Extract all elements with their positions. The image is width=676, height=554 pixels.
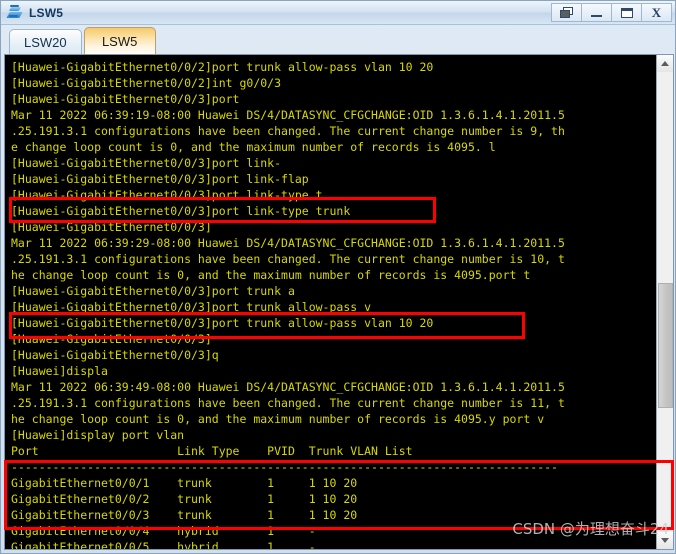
restore-button[interactable] (551, 3, 582, 22)
terminal-line: GigabitEthernet0/0/1 trunk 1 1 10 20 (11, 476, 358, 490)
terminal-line: [Huawei-GigabitEthernet0/0/3]port trunk … (11, 284, 295, 298)
chevron-up-icon (661, 61, 669, 66)
terminal-line: [Huawei-GigabitEthernet0/0/3]q (11, 348, 219, 362)
scrollbar-thumb[interactable] (658, 283, 673, 408)
terminal-line: e change loop count is 0, and the maximu… (11, 140, 496, 154)
terminal-line: [Huawei-GigabitEthernet0/0/3] (11, 332, 212, 346)
terminal-line: .25.191.3.1 configurations have been cha… (11, 124, 565, 138)
minimize-icon (591, 14, 602, 17)
terminal-line: [Huawei-GigabitEthernet0/0/3]port link-f… (11, 172, 309, 186)
tab-label: LSW20 (24, 34, 67, 50)
terminal-line: [Huawei-GigabitEthernet0/0/3]port link- (11, 156, 282, 170)
restore-icon (560, 7, 573, 18)
window-controls: X (551, 3, 672, 22)
terminal-line: [Huawei-GigabitEthernet0/0/3]port trunk … (11, 316, 434, 330)
close-icon: X (651, 5, 662, 20)
minimize-button[interactable] (581, 3, 612, 22)
scrollbar-up-button[interactable] (657, 55, 673, 72)
terminal-line: .25.191.3.1 configurations have been cha… (11, 252, 565, 266)
title-bar: LSW5 X (1, 1, 675, 25)
terminal-line: Port Link Type PVID Trunk VLAN List (11, 444, 413, 458)
terminal-line: he change loop count is 0, and the maxim… (11, 268, 531, 282)
scrollbar-down-button[interactable] (657, 532, 673, 549)
maximize-button[interactable] (611, 3, 642, 22)
switch-icon (6, 4, 24, 22)
terminal-line: [Huawei-GigabitEthernet0/0/2]port trunk … (11, 60, 434, 74)
terminal-line: [Huawei-GigabitEthernet0/0/3] (11, 220, 212, 234)
tab-lsw20[interactable]: LSW20 (9, 29, 82, 54)
emulator-window: LSW5 X LSW20 LSW5 [Huawei-GigabitEtherne… (0, 0, 676, 554)
tab-bar: LSW20 LSW5 (1, 25, 675, 54)
terminal-line: GigabitEthernet0/0/4 hybrid 1 - (11, 524, 316, 538)
terminal-scrollbar[interactable] (656, 55, 673, 549)
terminal-line: he change loop count is 0, and the maxim… (11, 412, 545, 426)
terminal-line: Mar 11 2022 06:39:29-08:00 Huawei DS/4/D… (11, 236, 565, 250)
terminal-panel: [Huawei-GigabitEthernet0/0/2]port trunk … (4, 54, 674, 550)
terminal-line: [Huawei]display port vlan (11, 428, 185, 442)
terminal-line: [Huawei-GigabitEthernet0/0/3]port link-t… (11, 188, 323, 202)
terminal-line: ----------------------------------------… (11, 460, 558, 474)
terminal-line: Mar 11 2022 06:39:19-08:00 Huawei DS/4/D… (11, 108, 565, 122)
terminal-line: [Huawei]displa (11, 364, 108, 378)
terminal-line: GigabitEthernet0/0/3 trunk 1 1 10 20 (11, 508, 358, 522)
terminal-line: [Huawei-GigabitEthernet0/0/3]port (11, 92, 240, 106)
terminal-output[interactable]: [Huawei-GigabitEthernet0/0/2]port trunk … (5, 55, 656, 549)
terminal-line: GigabitEthernet0/0/5 hybrid 1 - (11, 540, 316, 549)
terminal-line: .25.191.3.1 configurations have been cha… (11, 396, 565, 410)
terminal-line: [Huawei-GigabitEthernet0/0/3]port trunk … (11, 300, 372, 314)
close-button[interactable]: X (641, 3, 672, 22)
maximize-icon (620, 7, 633, 18)
terminal-line: [Huawei-GigabitEthernet0/0/3]port link-t… (11, 204, 351, 218)
chevron-down-icon (661, 538, 669, 543)
terminal-line: GigabitEthernet0/0/2 trunk 1 1 10 20 (11, 492, 358, 506)
tab-label: LSW5 (101, 33, 138, 49)
window-title: LSW5 (29, 5, 64, 20)
tab-lsw5[interactable]: LSW5 (83, 27, 156, 54)
terminal-line: [Huawei-GigabitEthernet0/0/2]int g0/0/3 (11, 76, 282, 90)
terminal-line: Mar 11 2022 06:39:49-08:00 Huawei DS/4/D… (11, 380, 565, 394)
